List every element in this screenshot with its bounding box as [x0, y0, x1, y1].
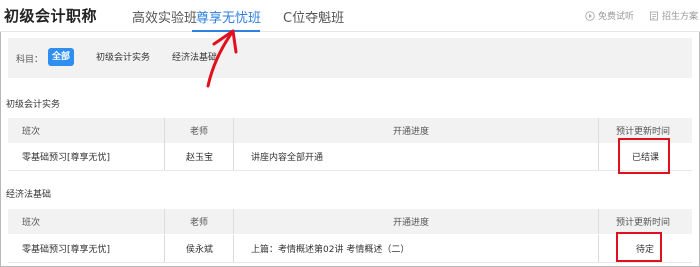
arrow-annotation-icon: [206, 29, 238, 88]
